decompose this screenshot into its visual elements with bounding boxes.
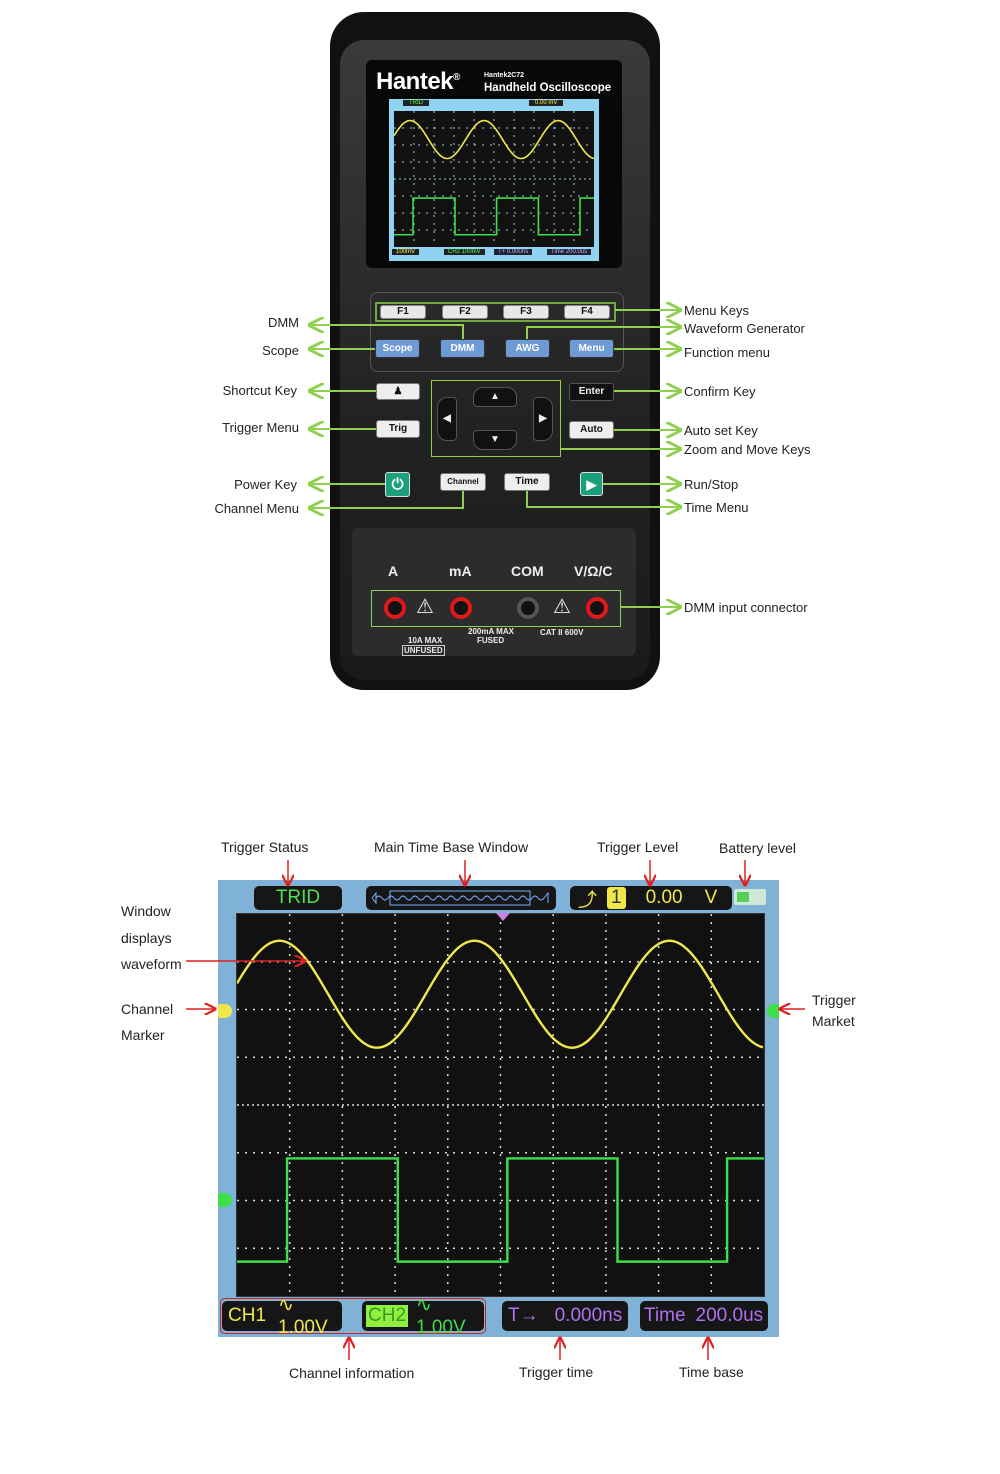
label-battery: Battery level bbox=[719, 840, 797, 856]
label-channel-info: Channel information bbox=[289, 1365, 415, 1381]
label-channel-marker-1: Channel bbox=[121, 1001, 174, 1017]
callout-shortcut-key: Shortcut Key bbox=[222, 383, 297, 398]
label-trigger-level: Trigger Level bbox=[597, 839, 679, 855]
label-main-time-base: Main Time Base Window bbox=[374, 839, 529, 855]
label-trigger-market-2: Market bbox=[812, 1013, 855, 1029]
callout-channel-menu: Channel Menu bbox=[214, 501, 299, 516]
callout-scope: Scope bbox=[262, 343, 299, 358]
callout-waveform-generator: Waveform Generator bbox=[684, 321, 805, 336]
callout-trigger-menu: Trigger Menu bbox=[222, 420, 299, 435]
callout-power-key: Power Key bbox=[234, 477, 297, 492]
label-channel-marker-2: Marker bbox=[121, 1027, 165, 1043]
callout-confirm-key: Confirm Key bbox=[684, 384, 756, 399]
callout-dmm: DMM bbox=[267, 315, 299, 330]
label-trigger-status: Trigger Status bbox=[221, 839, 309, 855]
callout-auto-set-key: Auto set Key bbox=[684, 423, 758, 438]
label-time-base: Time base bbox=[679, 1364, 744, 1380]
callout-zoom-move-keys: Zoom and Move Keys bbox=[684, 442, 811, 457]
label-trigger-time: Trigger time bbox=[519, 1364, 594, 1380]
device-callout-lines bbox=[0, 0, 1000, 720]
label-trigger-market-1: Trigger bbox=[812, 992, 856, 1008]
label-window-1: Window bbox=[121, 903, 171, 919]
callout-function-menu: Function menu bbox=[684, 345, 770, 360]
callout-time-menu: Time Menu bbox=[684, 500, 749, 515]
callout-menu-keys: Menu Keys bbox=[684, 303, 750, 318]
page: Hantek® Hantek2C72 Handheld Oscilloscope… bbox=[0, 0, 1000, 1474]
callout-run-stop: Run/Stop bbox=[684, 477, 739, 492]
label-window-3: waveform bbox=[121, 956, 182, 972]
label-window-2: displays bbox=[121, 930, 172, 946]
callout-dmm-input: DMM input connector bbox=[684, 600, 808, 615]
